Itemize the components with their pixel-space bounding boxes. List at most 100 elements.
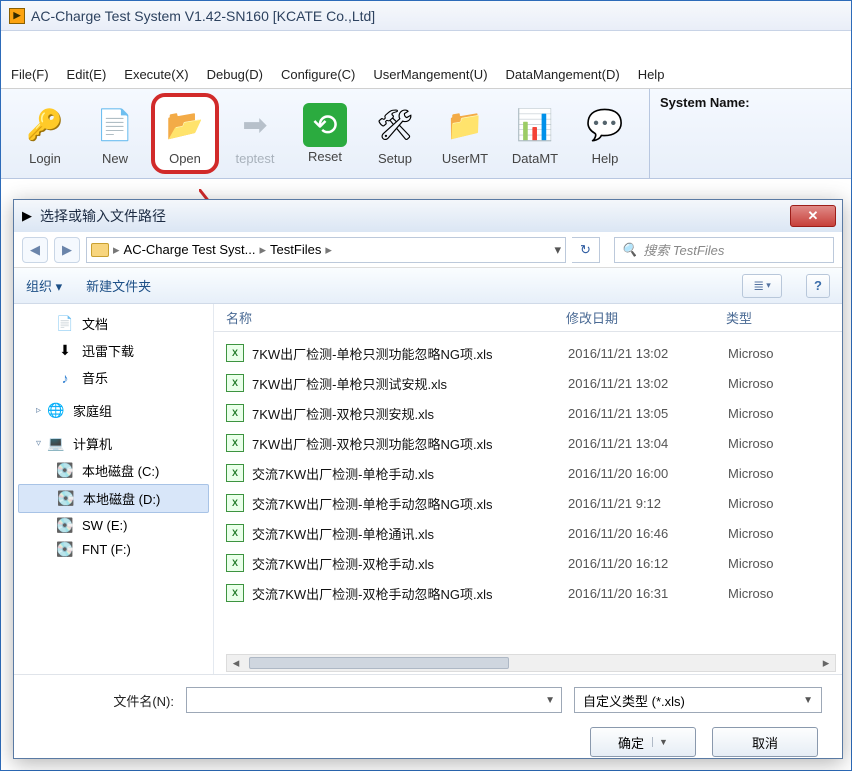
nav-computer[interactable]: ▿💻计算机 <box>14 424 213 457</box>
nav-drive-d[interactable]: 💽本地磁盘 (D:) <box>18 484 209 513</box>
drive-icon: 💽 <box>56 517 74 533</box>
filename-field[interactable] <box>193 693 539 708</box>
setup-button[interactable]: 🛠 Setup <box>361 97 429 170</box>
nav-drive-e[interactable]: 💽SW (E:) <box>14 513 213 537</box>
breadcrumb-dropdown-icon[interactable]: ▾ <box>554 242 561 258</box>
login-button[interactable]: 🔑 Login <box>11 97 79 170</box>
nav-documents[interactable]: 📄文档 <box>14 310 213 337</box>
nav-drive-f[interactable]: 💽FNT (F:) <box>14 537 213 561</box>
excel-file-icon: X <box>226 524 244 542</box>
datamt-button[interactable]: 📊 DataMT <box>501 97 569 170</box>
folder-icon <box>91 243 109 257</box>
menu-usermgmt[interactable]: UserMangement(U) <box>373 67 487 82</box>
view-icon: ≣ <box>753 278 764 294</box>
organize-menu[interactable]: 组织 ▾ <box>26 276 62 295</box>
menu-debug[interactable]: Debug(D) <box>207 67 263 82</box>
file-date: 2016/11/21 9:12 <box>568 496 728 511</box>
file-row[interactable]: X7KW出厂检测-双枪只测安规.xls2016/11/21 13:05Micro… <box>214 398 842 428</box>
excel-file-icon: X <box>226 404 244 422</box>
usermt-button[interactable]: 📁 UserMT <box>431 97 499 170</box>
new-button[interactable]: 📄 New <box>81 97 149 170</box>
dialog-help-button[interactable]: ? <box>806 274 830 298</box>
file-date: 2016/11/21 13:02 <box>568 346 728 361</box>
close-icon: ✕ <box>808 208 819 224</box>
file-row[interactable]: X交流7KW出厂检测-单枪手动忽略NG项.xls2016/11/21 9:12M… <box>214 488 842 518</box>
breadcrumb-seg-1[interactable]: AC-Charge Test Syst... <box>124 242 256 257</box>
open-button[interactable]: 📂 Open <box>151 93 219 174</box>
file-type: Microso <box>728 496 842 511</box>
view-mode-button[interactable]: ≣▾ <box>742 274 782 298</box>
new-folder-button[interactable]: 新建文件夹 <box>86 276 151 295</box>
excel-file-icon: X <box>226 374 244 392</box>
window-title: AC-Charge Test System V1.42-SN160 [KCATE… <box>31 8 375 24</box>
scroll-left-icon[interactable]: ◂ <box>227 655 245 671</box>
tools-icon: 🛠 <box>371 101 419 149</box>
drive-icon: 💽 <box>56 463 74 479</box>
cancel-button[interactable]: 取消 <box>712 727 818 757</box>
file-row[interactable]: X7KW出厂检测-双枪只测功能忽略NG项.xls2016/11/21 13:04… <box>214 428 842 458</box>
file-list: 名称 修改日期 类型 X7KW出厂检测-单枪只测功能忽略NG项.xls2016/… <box>214 304 842 674</box>
chevron-right-icon: ▹ <box>36 405 41 416</box>
chevron-right-icon: ▸ <box>325 242 332 258</box>
file-name: 交流7KW出厂检测-双枪手动.xls <box>252 554 568 573</box>
refresh-button[interactable]: ↻ <box>572 237 600 263</box>
search-icon: 🔍 <box>621 242 637 258</box>
forward-button[interactable]: ▶ <box>54 237 80 263</box>
file-type: Microso <box>728 466 842 481</box>
file-row[interactable]: X交流7KW出厂检测-双枪手动.xls2016/11/20 16:12Micro… <box>214 548 842 578</box>
arrow-right-icon: ➡ <box>231 101 279 149</box>
reset-button[interactable]: ⟲ Reset <box>291 99 359 168</box>
filetype-value: 自定义类型 (*.xls) <box>583 691 685 710</box>
menu-help[interactable]: Help <box>638 67 665 82</box>
menu-edit[interactable]: Edit(E) <box>67 67 107 82</box>
nav-xunlei[interactable]: ⬇迅雷下载 <box>14 337 213 364</box>
file-row[interactable]: X交流7KW出厂检测-单枪手动.xls2016/11/20 16:00Micro… <box>214 458 842 488</box>
file-row[interactable]: X7KW出厂检测-单枪只测功能忽略NG项.xls2016/11/21 13:02… <box>214 338 842 368</box>
download-icon: ⬇ <box>56 343 74 359</box>
forward-icon: ▶ <box>62 242 72 258</box>
close-button[interactable]: ✕ <box>790 205 836 227</box>
file-date: 2016/11/20 16:00 <box>568 466 728 481</box>
filename-input[interactable]: ▼ <box>186 687 562 713</box>
chevron-right-icon: ▸ <box>113 242 120 258</box>
horizontal-scrollbar[interactable]: ◂ ▸ <box>226 654 836 672</box>
dialog-footer: 文件名(N): ▼ 自定义类型 (*.xls) ▼ 确定 ▼ 取消 <box>14 674 842 769</box>
scroll-right-icon[interactable]: ▸ <box>817 655 835 671</box>
nav-pane: 📄文档 ⬇迅雷下载 ♪音乐 ▹🌐家庭组 ▿💻计算机 💽本地磁盘 (C:) 💽本地… <box>14 304 214 674</box>
dialog-nav: ◀ ▶ ▸ AC-Charge Test Syst... ▸ TestFiles… <box>14 232 842 268</box>
toolbar-help-button[interactable]: 💬 Help <box>571 97 639 170</box>
search-input[interactable]: 🔍 搜索 TestFiles <box>614 237 834 263</box>
ok-button[interactable]: 确定 ▼ <box>590 727 696 757</box>
dropdown-icon: ▼ <box>803 695 813 706</box>
excel-file-icon: X <box>226 584 244 602</box>
file-date: 2016/11/20 16:46 <box>568 526 728 541</box>
file-row[interactable]: X交流7KW出厂检测-单枪通讯.xls2016/11/20 16:46Micro… <box>214 518 842 548</box>
menu-execute[interactable]: Execute(X) <box>124 67 188 82</box>
col-type[interactable]: 类型 <box>726 308 842 327</box>
file-type: Microso <box>728 556 842 571</box>
filename-label: 文件名(N): <box>34 691 174 710</box>
menu-datamgmt[interactable]: DataMangement(D) <box>506 67 620 82</box>
col-date[interactable]: 修改日期 <box>566 308 726 327</box>
file-row[interactable]: X7KW出厂检测-单枪只测试安规.xls2016/11/21 13:02Micr… <box>214 368 842 398</box>
back-button[interactable]: ◀ <box>22 237 48 263</box>
file-type: Microso <box>728 346 842 361</box>
nav-drive-c[interactable]: 💽本地磁盘 (C:) <box>14 457 213 484</box>
breadcrumb-seg-2[interactable]: TestFiles <box>270 242 321 257</box>
col-name[interactable]: 名称 <box>226 308 566 327</box>
menu-file[interactable]: File(F) <box>11 67 49 82</box>
steptest-button[interactable]: ➡ teptest <box>221 97 289 170</box>
nav-music[interactable]: ♪音乐 <box>14 364 213 391</box>
breadcrumb[interactable]: ▸ AC-Charge Test Syst... ▸ TestFiles ▸ ▾ <box>86 237 566 263</box>
file-row[interactable]: X交流7KW出厂检测-双枪手动忽略NG项.xls2016/11/20 16:31… <box>214 578 842 608</box>
file-type: Microso <box>728 586 842 601</box>
file-name: 7KW出厂检测-单枪只测功能忽略NG项.xls <box>252 344 568 363</box>
dropdown-icon[interactable]: ▼ <box>539 695 555 706</box>
filetype-select[interactable]: 自定义类型 (*.xls) ▼ <box>574 687 822 713</box>
file-date: 2016/11/20 16:12 <box>568 556 728 571</box>
menu-configure[interactable]: Configure(C) <box>281 67 355 82</box>
nav-homegroup[interactable]: ▹🌐家庭组 <box>14 391 213 424</box>
scrollbar-thumb[interactable] <box>249 657 509 669</box>
file-name: 7KW出厂检测-双枪只测安规.xls <box>252 404 568 423</box>
open-folder-icon: 📂 <box>161 101 209 149</box>
